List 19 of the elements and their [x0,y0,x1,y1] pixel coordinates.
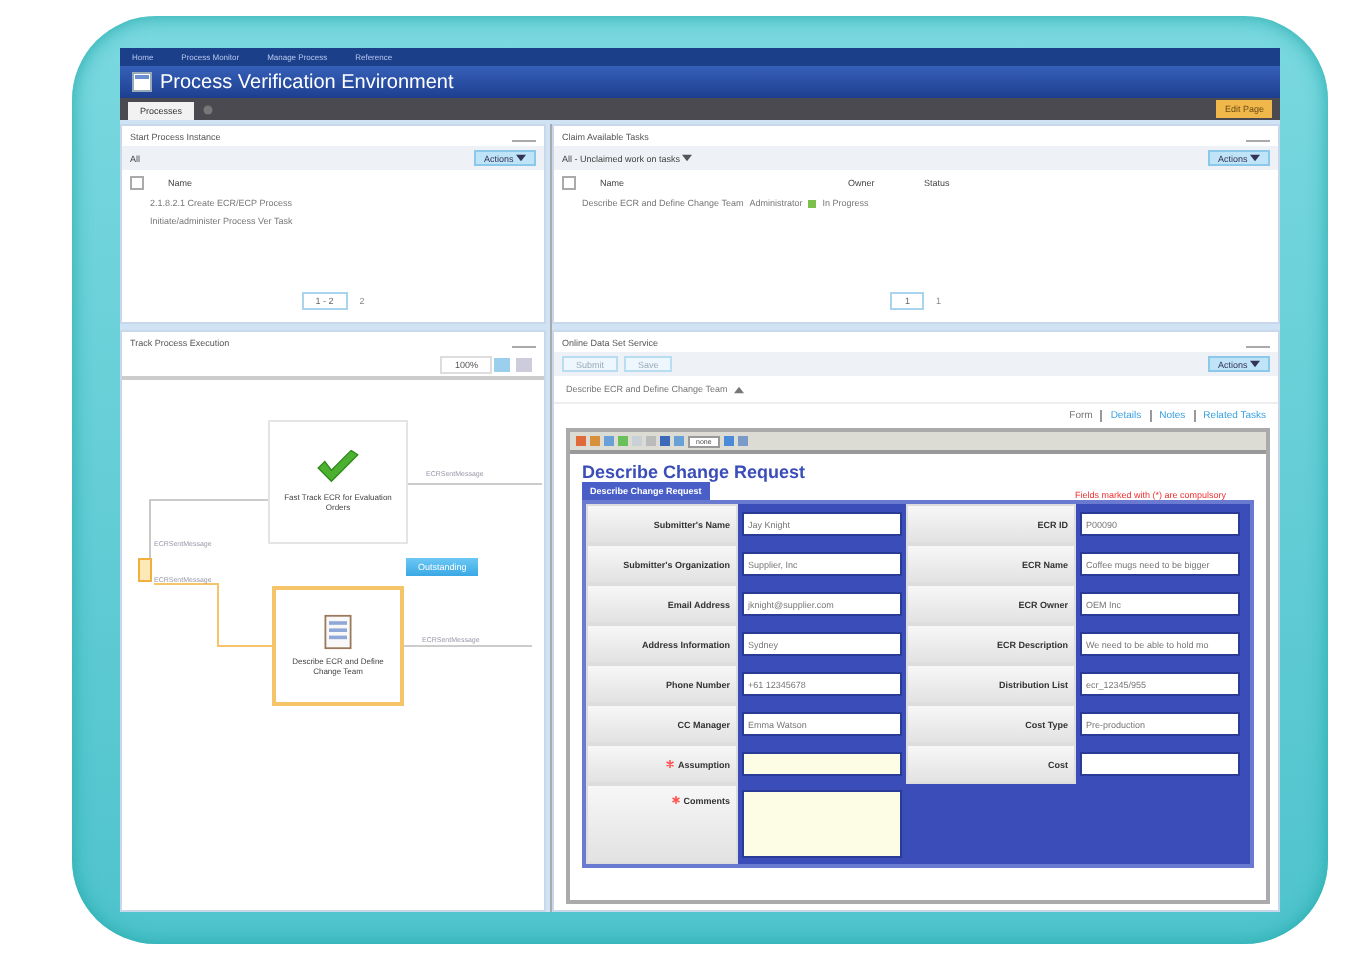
checkbox[interactable] [130,175,144,189]
status-icon [808,199,817,207]
collapse-icon[interactable] [733,385,744,393]
caret-icon [1250,154,1260,163]
checkbox[interactable] [562,175,576,189]
form-title: Describe Change Request [582,462,808,482]
checkmark-icon [316,450,360,487]
text-area[interactable] [742,790,902,858]
caret-icon [516,154,526,163]
connector-line [153,583,273,647]
start-event[interactable] [138,558,152,582]
window-title: Process Verification Environment [160,71,454,93]
caret-icon [682,154,693,163]
caret-icon [1250,360,1260,369]
connector-line [149,499,269,561]
connector-line [403,645,533,647]
input-field[interactable] [742,752,902,776]
input-field[interactable] [1080,752,1240,776]
connector-line [407,483,542,485]
